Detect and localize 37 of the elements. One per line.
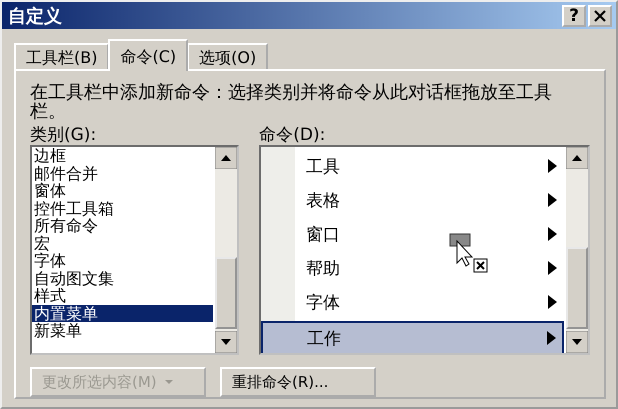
categories-label: 类别(G): (30, 125, 98, 145)
category-item[interactable]: 所有命令 (32, 217, 214, 234)
tab[interactable]: 工具栏(B) (14, 43, 110, 69)
category-item[interactable]: 新菜单 (32, 322, 214, 340)
category-item[interactable]: 自动图文集 (32, 270, 214, 287)
scrollbar[interactable] (215, 147, 238, 353)
command-item[interactable]: 帮助 (261, 251, 564, 285)
tab[interactable]: 命令(C) (108, 39, 188, 71)
category-item[interactable]: 样式 (32, 287, 214, 304)
instruction-text: 在工具栏中添加新命令：选择类别并将命令从此对话框拖放至工具栏。 (30, 83, 553, 121)
window-title: 自定义 (8, 4, 63, 28)
categories-list[interactable]: 边框 邮件合并 窗体 控件工具箱 所有命令 宏 字体 自动图文集 样式 内置菜单 新菜单 (30, 145, 240, 355)
commands-list[interactable]: 工具 表格 窗口 帮助 字体 工作 (259, 145, 590, 355)
category-item[interactable]: 边框 (32, 147, 214, 164)
drag-cursor-icon (449, 233, 490, 273)
close-button[interactable] (588, 4, 612, 26)
tab[interactable]: 选项(O) (187, 43, 268, 69)
command-item[interactable]: 工具 (261, 149, 564, 183)
dialog-button[interactable]: 重排命令(R)... (220, 367, 376, 397)
scroll-up-icon[interactable] (566, 147, 588, 169)
category-item[interactable]: 内置菜单 (32, 304, 214, 322)
close-icon (594, 10, 606, 22)
scroll-up-icon[interactable] (215, 147, 238, 169)
help-button[interactable]: ? (562, 4, 586, 26)
scroll-down-icon[interactable] (566, 331, 588, 353)
category-item[interactable]: 邮件合并 (32, 164, 214, 182)
category-item[interactable]: 宏 (32, 234, 214, 252)
scrollbar[interactable] (566, 147, 588, 353)
category-item[interactable]: 控件工具箱 (32, 200, 214, 217)
category-item[interactable]: 字体 (32, 252, 214, 270)
category-item[interactable]: 窗体 (32, 182, 214, 200)
command-item[interactable]: 字体 (261, 285, 564, 319)
scroll-down-icon[interactable] (215, 331, 238, 353)
command-item[interactable]: 工作 (261, 321, 564, 353)
command-item[interactable]: 表格 (261, 183, 564, 217)
command-item[interactable]: 窗口 (261, 217, 564, 251)
commands-label: 命令(D): (259, 125, 326, 145)
